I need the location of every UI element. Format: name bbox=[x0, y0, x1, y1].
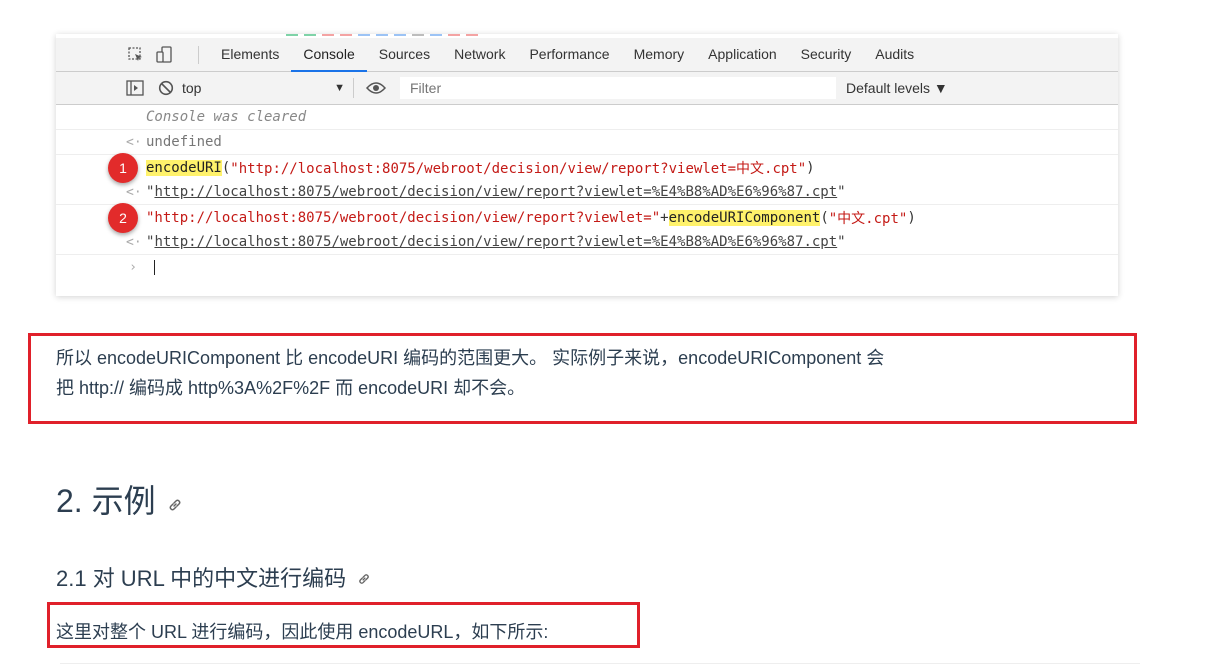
result-arrow-icon: <· bbox=[126, 134, 142, 150]
console-command: 1 encodeURI("http://localhost:8075/webro… bbox=[56, 152, 1118, 183]
devtools-screenshot: Elements Console Sources Network Perform… bbox=[56, 34, 1118, 296]
divider bbox=[60, 663, 1140, 664]
paren: ( bbox=[221, 159, 231, 176]
section-heading: 2. 示例 bbox=[56, 476, 184, 522]
tab-separator bbox=[198, 45, 199, 64]
tab-security[interactable]: Security bbox=[789, 38, 864, 71]
paragraph: 这里对整个 URL 进行编码，因此使用 encodeURL，如下所示: bbox=[56, 622, 549, 642]
paragraph: 所以 encodeURIComponent 比 encodeURI 编码的范围更… bbox=[56, 343, 1096, 403]
paren: ) bbox=[806, 159, 815, 176]
prompt-chevron-icon: › bbox=[129, 260, 137, 275]
console-toolbar: top ▼ Default levels ▼ bbox=[56, 72, 1118, 105]
result-value: undefined bbox=[146, 134, 222, 150]
step-badge-1: 1 bbox=[108, 152, 138, 183]
console-output: Console was cleared <· undefined 1 encod… bbox=[56, 105, 1118, 280]
plus-operator: + bbox=[660, 209, 669, 226]
console-prompt[interactable]: › bbox=[56, 255, 1118, 280]
result-url-link[interactable]: http://localhost:8075/webroot/decision/v… bbox=[154, 184, 837, 200]
log-levels-dropdown[interactable]: Default levels ▼ bbox=[846, 80, 948, 96]
function-name: encodeURIComponent bbox=[668, 209, 821, 226]
quote: " bbox=[837, 184, 846, 200]
tab-audits[interactable]: Audits bbox=[863, 38, 926, 71]
tab-application[interactable]: Application bbox=[696, 38, 789, 71]
subsection-title: 2.1 对 URL 中的中文进行编码 bbox=[56, 566, 347, 591]
context-selector[interactable]: top ▼ bbox=[182, 78, 354, 98]
tab-sources[interactable]: Sources bbox=[367, 38, 442, 71]
console-message: Console was cleared bbox=[56, 105, 1118, 130]
sidebar-toggle-icon[interactable] bbox=[126, 80, 144, 96]
result-url-link[interactable]: http://localhost:8075/webroot/decision/v… bbox=[154, 234, 837, 250]
paragraph-line: 所以 encodeURIComponent 比 encodeURI 编码的范围更… bbox=[56, 348, 885, 368]
link-icon[interactable] bbox=[166, 485, 184, 522]
tab-memory[interactable]: Memory bbox=[622, 38, 697, 71]
step-badge-2: 2 bbox=[108, 202, 138, 233]
section-title: 2. 示例 bbox=[56, 483, 156, 519]
context-label: top bbox=[182, 80, 202, 96]
paren: ( bbox=[820, 209, 829, 226]
console-cleared-text: Console was cleared bbox=[146, 109, 307, 125]
dropdown-arrow-icon: ▼ bbox=[334, 82, 345, 94]
inspect-element-icon[interactable] bbox=[128, 46, 144, 63]
result-arrow-icon: <· bbox=[126, 184, 142, 200]
text-caret bbox=[154, 260, 155, 275]
eye-icon[interactable] bbox=[366, 81, 386, 95]
tab-elements[interactable]: Elements bbox=[209, 38, 291, 71]
tab-network[interactable]: Network bbox=[442, 38, 517, 71]
filter-input[interactable] bbox=[400, 77, 836, 99]
subsection-heading: 2.1 对 URL 中的中文进行编码 bbox=[56, 561, 372, 593]
device-toolbar-icon[interactable] bbox=[156, 45, 174, 64]
console-result: <· "http://localhost:8075/webroot/decisi… bbox=[56, 230, 1118, 255]
link-icon[interactable] bbox=[356, 567, 372, 593]
tab-performance[interactable]: Performance bbox=[517, 38, 621, 71]
paren: ) bbox=[907, 209, 916, 226]
paragraph-line: 把 http:// 编码成 http%3A%2F%2F 而 encodeURI … bbox=[56, 378, 526, 398]
tab-console[interactable]: Console bbox=[291, 38, 368, 72]
string-literal: "http://localhost:8075/webroot/decision/… bbox=[146, 209, 661, 226]
console-command: 2 "http://localhost:8075/webroot/decisio… bbox=[56, 202, 1118, 233]
string-arg: "中文.cpt" bbox=[828, 210, 908, 227]
clear-console-icon[interactable] bbox=[158, 80, 174, 96]
string-arg: "http://localhost:8075/webroot/decision/… bbox=[230, 160, 807, 177]
result-arrow-icon: <· bbox=[126, 234, 142, 250]
function-name: encodeURI bbox=[146, 159, 222, 176]
quote: " bbox=[837, 234, 846, 250]
console-result: <· "http://localhost:8075/webroot/decisi… bbox=[56, 180, 1118, 205]
console-result: <· undefined bbox=[56, 130, 1118, 155]
devtools-tab-bar: Elements Console Sources Network Perform… bbox=[56, 38, 1118, 72]
